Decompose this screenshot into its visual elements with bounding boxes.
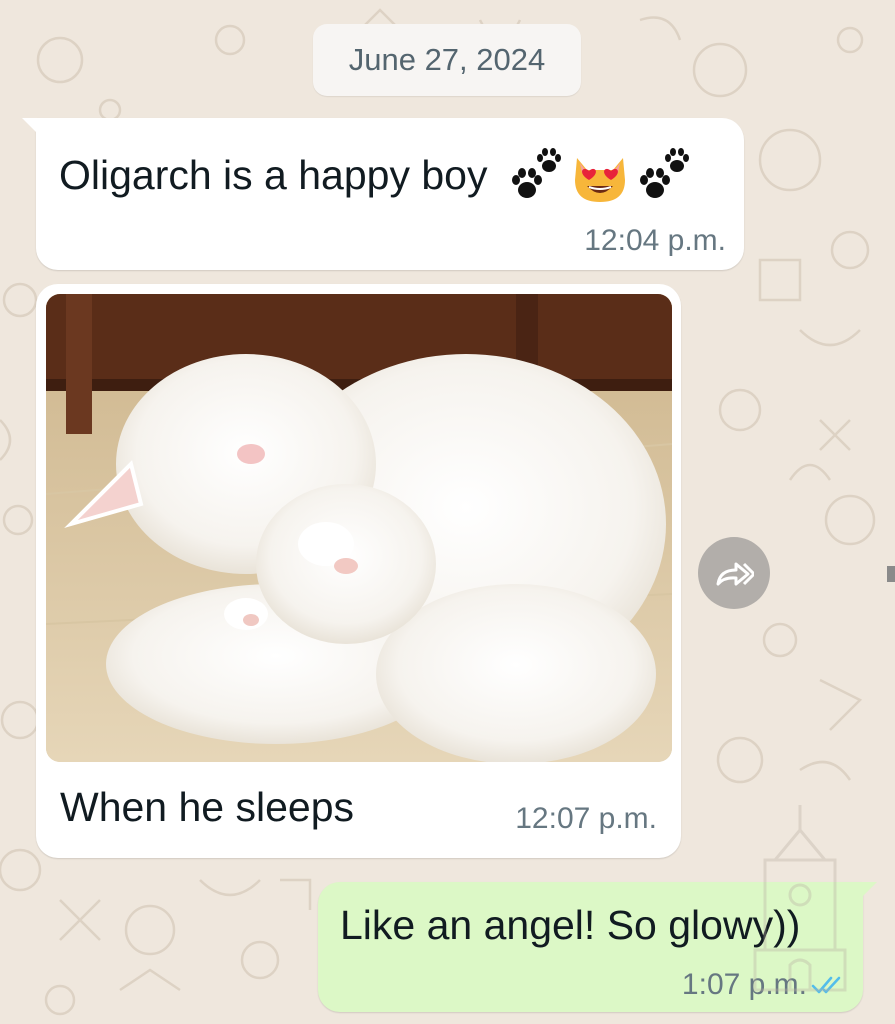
forward-button[interactable] bbox=[698, 537, 770, 609]
message-time: 12:07 p.m. bbox=[515, 802, 657, 835]
message-text: Oligarch is a happy boy bbox=[59, 151, 488, 198]
emoji-group bbox=[505, 144, 695, 206]
bubble-tail bbox=[22, 118, 44, 140]
paw-prints-icon bbox=[640, 148, 690, 198]
message-time: 12:04 p.m. bbox=[584, 224, 726, 257]
forward-icon bbox=[716, 562, 754, 586]
message-text-row: Oligarch is a happy boy bbox=[59, 144, 695, 206]
message-text: Like an angel! So glowy)) bbox=[340, 902, 801, 948]
incoming-photo-message[interactable]: When he sleeps 12:07 p.m. bbox=[36, 284, 681, 858]
date-separator: June 27, 2024 bbox=[313, 24, 581, 96]
incoming-message-bubble[interactable]: Oligarch is a happy boy 12:04 p.m. bbox=[22, 118, 744, 270]
message-photo[interactable] bbox=[46, 294, 672, 762]
photo-caption: When he sleeps bbox=[60, 784, 355, 830]
scrollbar-edge bbox=[887, 566, 895, 582]
castle-watermark-logo bbox=[753, 805, 847, 992]
paw-prints-icon bbox=[512, 148, 562, 198]
heart-eyes-cat-icon bbox=[575, 158, 626, 202]
cat-photo-image bbox=[46, 294, 672, 762]
